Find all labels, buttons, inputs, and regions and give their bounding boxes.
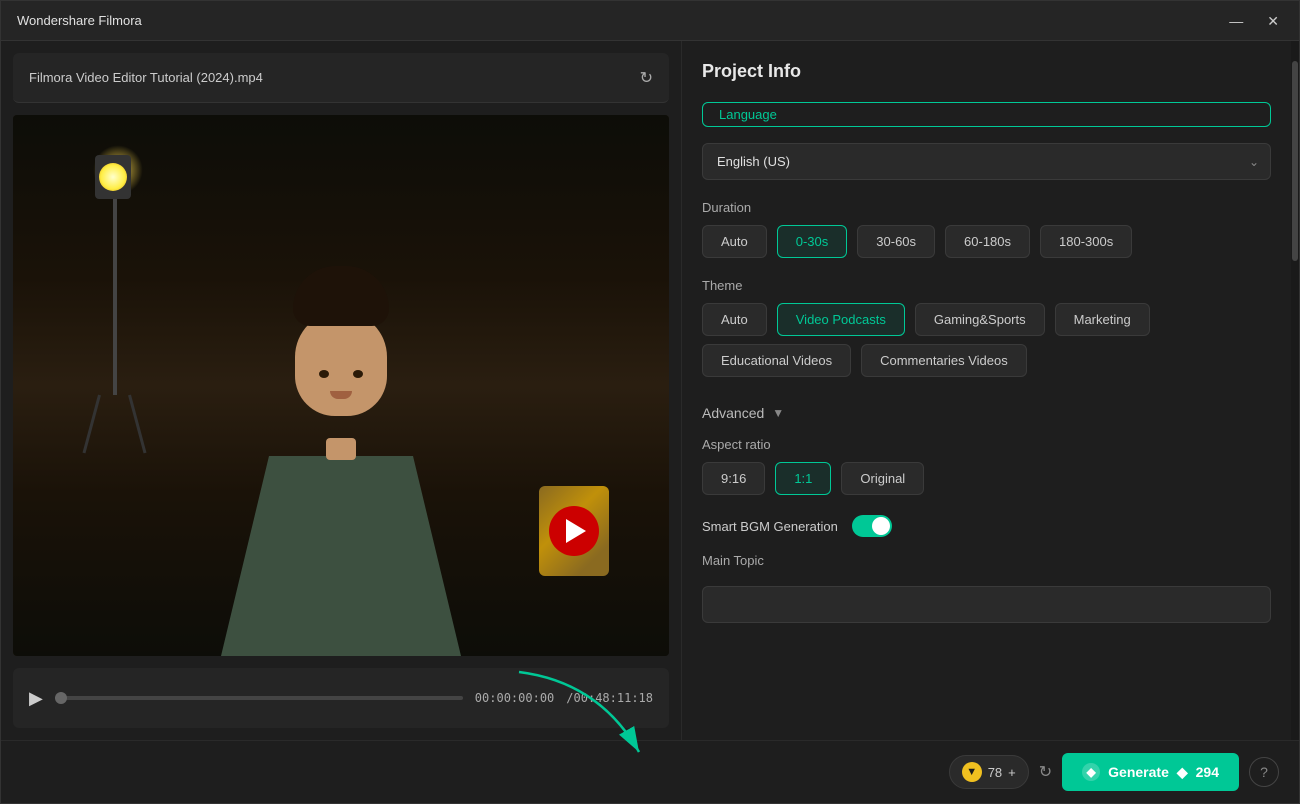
- smart-bgm-row: Smart BGM Generation: [702, 515, 1271, 537]
- credits-badge[interactable]: ▼ 78 +: [949, 755, 1029, 789]
- time-current: 00:00:00:00: [475, 691, 554, 705]
- theme-auto-button[interactable]: Auto: [702, 303, 767, 336]
- duration-0-30s-button[interactable]: 0-30s: [777, 225, 848, 258]
- advanced-row[interactable]: Advanced ▼: [702, 405, 1271, 421]
- scrollbar-thumb[interactable]: [1292, 61, 1298, 261]
- toggle-knob: [872, 517, 890, 535]
- duration-60-180s-button[interactable]: 60-180s: [945, 225, 1030, 258]
- credits-count: 78: [988, 765, 1002, 780]
- video-area: [13, 115, 669, 656]
- bottom-bar: ▼ 78 + ↻ ◆ Generate ◆ 294 ?: [1, 740, 1299, 803]
- progress-indicator: [55, 692, 67, 704]
- generate-label: Generate: [1108, 764, 1169, 780]
- title-bar: Wondershare Filmora — ✕: [1, 1, 1299, 41]
- generate-button[interactable]: ◆ Generate ◆ 294: [1062, 753, 1239, 791]
- aspect-9-16-button[interactable]: 9:16: [702, 462, 765, 495]
- theme-btn-group: Auto Video Podcasts Gaming&Sports Market…: [702, 303, 1271, 336]
- advanced-label: Advanced: [702, 405, 764, 421]
- credits-plus: +: [1008, 765, 1016, 780]
- theme-gaming-sports-button[interactable]: Gaming&Sports: [915, 303, 1045, 336]
- aspect-ratio-btn-group: 9:16 1:1 Original: [702, 462, 1271, 495]
- refresh-button[interactable]: ↻: [640, 68, 653, 88]
- theme-label: Theme: [702, 278, 1271, 293]
- theme-educational-button[interactable]: Educational Videos: [702, 344, 851, 377]
- language-select[interactable]: English (US) Spanish French German Chine…: [702, 143, 1271, 180]
- progress-bar[interactable]: [55, 696, 463, 700]
- duration-btn-group: Auto 0-30s 30-60s 60-180s 180-300s: [702, 225, 1271, 258]
- minimize-button[interactable]: —: [1225, 12, 1247, 30]
- theme-section: Theme Auto Video Podcasts Gaming&Sports …: [702, 278, 1271, 377]
- duration-30-60s-button[interactable]: 30-60s: [857, 225, 935, 258]
- generate-icon: ◆: [1082, 763, 1100, 781]
- main-topic-input[interactable]: [702, 586, 1271, 623]
- duration-180-300s-button[interactable]: 180-300s: [1040, 225, 1132, 258]
- left-panel: Filmora Video Editor Tutorial (2024).mp4…: [1, 41, 681, 740]
- aspect-ratio-section: Aspect ratio 9:16 1:1 Original: [702, 437, 1271, 495]
- help-icon: ?: [1260, 764, 1268, 780]
- title-bar-controls: — ✕: [1225, 12, 1283, 30]
- theme-btn-group-row2: Educational Videos Commentaries Videos: [702, 344, 1271, 377]
- playback-bar: ▶ 00:00:00:00 /00:48:11:18: [13, 668, 669, 728]
- file-bar: Filmora Video Editor Tutorial (2024).mp4…: [13, 53, 669, 103]
- app-title: Wondershare Filmora: [17, 13, 142, 28]
- aspect-original-button[interactable]: Original: [841, 462, 924, 495]
- generate-diamond-icon: ◆: [1177, 764, 1188, 781]
- advanced-arrow-icon: ▼: [772, 406, 784, 420]
- language-select-wrapper: English (US) Spanish French German Chine…: [702, 143, 1271, 180]
- language-tab[interactable]: Language: [702, 102, 1271, 127]
- duration-section: Duration Auto 0-30s 30-60s 60-180s 180-3…: [702, 200, 1271, 258]
- smart-bgm-toggle[interactable]: [852, 515, 892, 537]
- refresh-credits-button[interactable]: ↻: [1039, 762, 1052, 782]
- project-info-title: Project Info: [702, 61, 1271, 82]
- theme-commentaries-button[interactable]: Commentaries Videos: [861, 344, 1027, 377]
- aspect-1-1-button[interactable]: 1:1: [775, 462, 831, 495]
- app-window: Wondershare Filmora — ✕ Filmora Video Ed…: [0, 0, 1300, 804]
- theme-marketing-button[interactable]: Marketing: [1055, 303, 1150, 336]
- duration-auto-button[interactable]: Auto: [702, 225, 767, 258]
- credits-icon: ▼: [962, 762, 982, 782]
- aspect-ratio-label: Aspect ratio: [702, 437, 1271, 452]
- smart-bgm-label: Smart BGM Generation: [702, 519, 838, 534]
- right-panel: Project Info Language English (US) Spani…: [681, 41, 1291, 740]
- help-button[interactable]: ?: [1249, 757, 1279, 787]
- generate-credits: 294: [1196, 764, 1219, 780]
- main-topic-section: Main Topic: [702, 553, 1271, 623]
- video-thumbnail: [13, 115, 669, 656]
- main-content: Filmora Video Editor Tutorial (2024).mp4…: [1, 41, 1299, 740]
- close-button[interactable]: ✕: [1263, 12, 1283, 30]
- theme-video-podcasts-button[interactable]: Video Podcasts: [777, 303, 905, 336]
- play-button[interactable]: ▶: [29, 688, 43, 709]
- duration-label: Duration: [702, 200, 1271, 215]
- main-topic-label: Main Topic: [702, 553, 1271, 568]
- file-name: Filmora Video Editor Tutorial (2024).mp4: [29, 70, 640, 85]
- scrollbar-track[interactable]: [1291, 41, 1299, 740]
- time-total: /00:48:11:18: [566, 691, 653, 705]
